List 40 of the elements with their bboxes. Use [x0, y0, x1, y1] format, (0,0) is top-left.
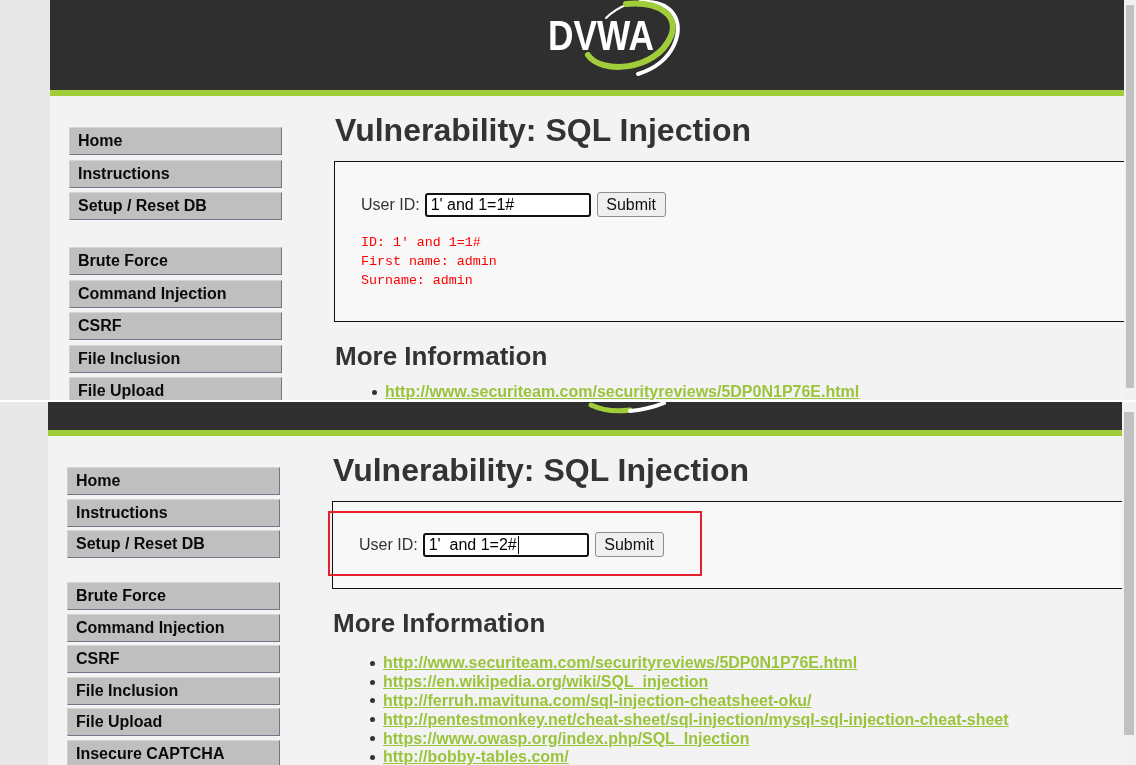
section-heading: More Information — [333, 608, 546, 638]
field-label: User ID: — [359, 535, 418, 554]
menu-item[interactable]: Command Injection — [69, 279, 282, 308]
menu-item[interactable]: Brute Force — [69, 247, 282, 275]
menu-item[interactable]: File Inclusion — [67, 676, 280, 705]
page-title: Vulnerability: SQL Injection — [335, 112, 752, 149]
submit-button[interactable]: Submit — [596, 192, 666, 217]
menu-item[interactable]: Instructions — [69, 159, 282, 188]
menu-item[interactable]: Setup / Reset DB — [67, 530, 280, 558]
input-field[interactable]: 1' and 1=2# — [422, 532, 589, 557]
bullet-icon — [370, 679, 375, 685]
menu-item[interactable]: Insecure CAPTCHA — [67, 739, 280, 765]
menu-item[interactable]: File Inclusion — [69, 344, 282, 373]
scrollbar-thumb[interactable] — [1124, 412, 1134, 735]
menu-item[interactable]: CSRF — [67, 645, 280, 673]
bullet-icon — [370, 736, 375, 742]
menu-item[interactable]: File Upload — [67, 708, 280, 736]
page-title: Vulnerability: SQL Injection — [333, 452, 750, 489]
input-field[interactable]: 1' and 1=1# — [424, 192, 591, 217]
field-label: User ID: — [361, 195, 420, 214]
bullet-icon — [372, 389, 377, 395]
menu-item[interactable]: File Upload — [69, 377, 282, 400]
bullet-icon — [370, 698, 375, 704]
menu-item[interactable]: Home — [69, 127, 282, 155]
submit-button[interactable]: Submit — [594, 532, 664, 557]
bullet-icon — [370, 754, 375, 760]
bullet-icon — [370, 660, 375, 666]
dvwa-logo: DVWA — [548, 0, 682, 78]
bullet-icon — [370, 717, 375, 723]
menu-item[interactable]: Brute Force — [67, 582, 280, 610]
menu-item[interactable]: Command Injection — [67, 613, 280, 642]
menu-item[interactable]: CSRF — [69, 312, 282, 340]
section-heading: More Information — [335, 341, 548, 371]
menu-item[interactable]: Home — [67, 467, 280, 495]
result-line: Surname: admin — [361, 272, 473, 290]
result-line: ID: 1' and 1=1# — [361, 234, 481, 252]
menu-item[interactable]: Instructions — [67, 498, 280, 527]
scrollbar-thumb[interactable] — [1126, 5, 1134, 388]
result-line: First name: admin — [361, 253, 497, 271]
menu-item[interactable]: Setup / Reset DB — [69, 192, 282, 220]
